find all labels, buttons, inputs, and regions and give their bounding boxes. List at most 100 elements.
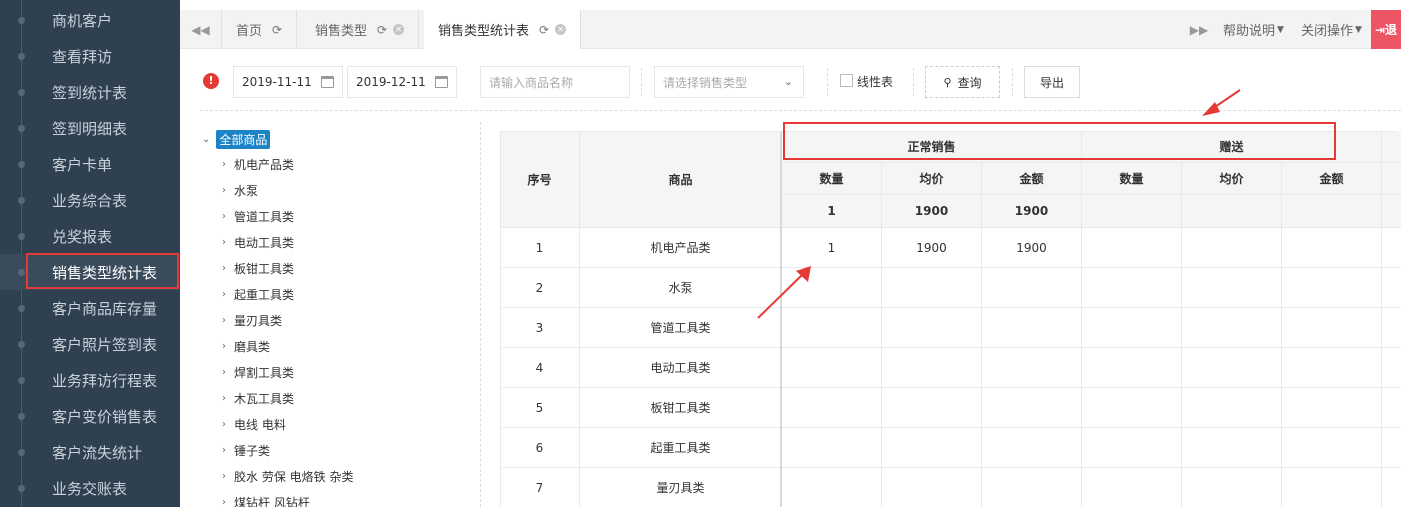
tree-node-label[interactable]: 胶水 劳保 电烙铁 杂类 (234, 468, 353, 485)
tree-root-node[interactable]: ⌄ 全部商品 (202, 130, 271, 149)
divider (480, 122, 481, 507)
tree-node[interactable]: › 机电产品类 (222, 156, 294, 173)
tree-node[interactable]: › 木瓦工具类 (222, 390, 294, 407)
calendar-icon[interactable] (435, 76, 448, 88)
tree-root-label[interactable]: 全部商品 (216, 130, 271, 149)
sidebar-item[interactable]: 签到统计表 (0, 74, 180, 110)
sidebar-item-label: 兑奖报表 (52, 227, 113, 246)
tree-node-label[interactable]: 机电产品类 (234, 156, 294, 173)
frozen-column-divider (780, 131, 782, 507)
help-menu[interactable]: 帮助说明 ▼ (1223, 10, 1284, 49)
sidebar-item[interactable]: 商机客户 (0, 2, 180, 38)
tree-node[interactable]: › 电线 电料 (222, 416, 286, 433)
chevron-right-icon[interactable]: › (222, 159, 226, 170)
refresh-icon[interactable]: ⟳ (539, 23, 549, 37)
row-gift-cell (1282, 268, 1382, 308)
chevron-right-icon[interactable]: › (222, 237, 226, 248)
tree-node[interactable]: › 起重工具类 (222, 286, 294, 303)
sidebar-item-label: 客户变价销售表 (52, 407, 158, 426)
tree-node[interactable]: › 锤子类 (222, 442, 270, 459)
tree-node-label[interactable]: 电线 电料 (234, 416, 286, 433)
calendar-icon[interactable] (321, 76, 334, 88)
chevron-right-icon[interactable]: › (222, 393, 226, 404)
tree-node-label[interactable]: 木瓦工具类 (234, 390, 294, 407)
tree-node[interactable]: › 水泵 (222, 182, 258, 199)
total-avg-price: 1900 (882, 195, 982, 228)
tree-node[interactable]: › 管道工具类 (222, 208, 294, 225)
tree-node[interactable]: › 板钳工具类 (222, 260, 294, 277)
tree-node-label[interactable]: 管道工具类 (234, 208, 294, 225)
sidebar-item[interactable]: 客户变价销售表 (0, 398, 180, 434)
close-icon[interactable]: ✕ (393, 24, 405, 35)
row-qty-cell (782, 468, 882, 507)
refresh-icon[interactable]: ⟳ (377, 23, 387, 37)
divider (827, 68, 828, 96)
sidebar-item[interactable]: 客户照片签到表 (0, 326, 180, 362)
sidebar-item[interactable]: 业务拜访行程表 (0, 362, 180, 398)
tree-node[interactable]: › 磨具类 (222, 338, 270, 355)
chevron-right-icon[interactable]: › (222, 445, 226, 456)
row-amount-cell (982, 308, 1082, 348)
sidebar-item[interactable]: 业务综合表 (0, 182, 180, 218)
row-avg-price-cell (882, 308, 982, 348)
row-qty-cell (782, 428, 882, 468)
tree-node-label[interactable]: 量刃具类 (234, 312, 282, 329)
sidebar-item[interactable]: 查看拜访 (0, 38, 180, 74)
tree-node-label[interactable]: 锤子类 (234, 442, 270, 459)
tabs-scroll-right-icon[interactable]: ▶▶ (1181, 10, 1217, 49)
chevron-right-icon[interactable]: › (222, 289, 226, 300)
sidebar-item[interactable]: 兑奖报表 (0, 218, 180, 254)
search-button[interactable]: ⚲ 查询 (925, 66, 1000, 98)
end-date-input[interactable]: 2019-12-11 (347, 66, 457, 98)
sales-type-select[interactable]: 请选择销售类型 ⌄ (654, 66, 804, 98)
start-date-input[interactable]: 2019-11-11 (233, 66, 343, 98)
row-gift-cell (1082, 428, 1182, 468)
sidebar-item[interactable]: 客户商品库存量 (0, 290, 180, 326)
chevron-right-icon[interactable]: › (222, 497, 226, 507)
chevron-right-icon[interactable]: › (222, 367, 226, 378)
sidebar-item[interactable]: 客户流失统计 (0, 434, 180, 470)
warning-icon[interactable]: ! (203, 73, 219, 89)
tree-node-label[interactable]: 焊割工具类 (234, 364, 294, 381)
linear-table-checkbox[interactable] (840, 74, 853, 87)
sidebar-item[interactable]: 签到明细表 (0, 110, 180, 146)
tree-node-label[interactable]: 磨具类 (234, 338, 270, 355)
exit-button[interactable]: ⇥ 退 (1371, 10, 1401, 49)
tab-sales-type[interactable]: 销售类型 ⟳ ✕ (301, 10, 420, 49)
chevron-right-icon[interactable]: › (222, 263, 226, 274)
chevron-right-icon[interactable]: › (222, 185, 226, 196)
tree-node[interactable]: › 电动工具类 (222, 234, 294, 251)
product-name-input[interactable]: 请输入商品名称 (480, 66, 630, 98)
exit-label: 退 (1385, 23, 1398, 37)
tree-node[interactable]: › 量刃具类 (222, 312, 282, 329)
chevron-right-icon[interactable]: › (222, 315, 226, 326)
chevron-right-icon[interactable]: › (222, 341, 226, 352)
tree-node[interactable]: › 胶水 劳保 电烙铁 杂类 (222, 468, 353, 485)
row-product-cell: 板钳工具类 (580, 388, 782, 428)
tree-node[interactable]: › 焊割工具类 (222, 364, 294, 381)
sidebar-item[interactable]: 业务交账表 (0, 470, 180, 506)
tree-node-label[interactable]: 电动工具类 (234, 234, 294, 251)
export-button[interactable]: 导出 (1024, 66, 1080, 98)
close-operations-menu[interactable]: 关闭操作 ▼ (1301, 10, 1362, 49)
chevron-down-icon[interactable]: ⌄ (202, 134, 210, 145)
chevron-right-icon[interactable]: › (222, 471, 226, 482)
tree-node-label[interactable]: 板钳工具类 (234, 260, 294, 277)
sidebar-item[interactable]: 客户卡单 (0, 146, 180, 182)
close-icon[interactable]: ✕ (555, 24, 567, 35)
chevron-right-icon[interactable]: › (222, 419, 226, 430)
bullet-icon (18, 233, 25, 240)
tab-sales-type-stats[interactable]: 销售类型统计表 ⟳ ✕ (424, 10, 582, 49)
tree-node-label[interactable]: 煤钻杆 风钻杆 (234, 494, 310, 507)
tree-node-label[interactable]: 水泵 (234, 182, 258, 199)
tree-node-label[interactable]: 起重工具类 (234, 286, 294, 303)
row-avg-price-cell (882, 268, 982, 308)
column-group-header-gift: 赠送 (1082, 131, 1382, 163)
tree-node[interactable]: › 煤钻杆 风钻杆 (222, 494, 310, 507)
tabs-scroll-left-icon[interactable]: ◀◀ (180, 10, 222, 49)
row-amount-cell (982, 428, 1082, 468)
tab-home[interactable]: 首页 ⟳ (222, 10, 298, 49)
close-operations-label: 关闭操作 (1301, 24, 1354, 39)
chevron-right-icon[interactable]: › (222, 211, 226, 222)
refresh-icon[interactable]: ⟳ (272, 23, 282, 37)
